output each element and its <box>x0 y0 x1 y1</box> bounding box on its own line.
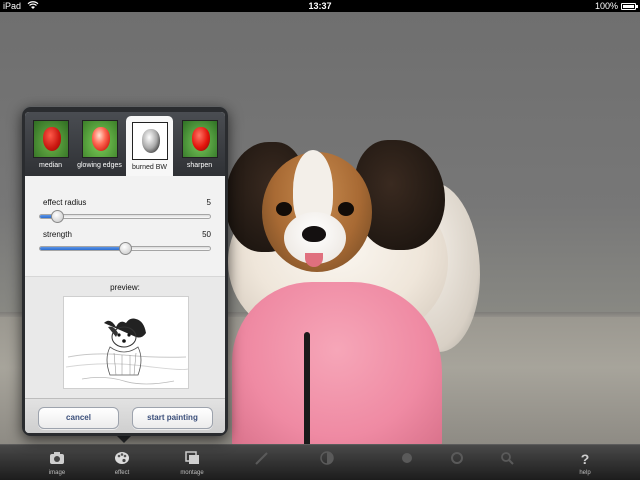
dog-eye-left <box>276 202 292 216</box>
brush-icon <box>254 451 270 467</box>
effect-sharpen[interactable]: sharpen <box>176 114 223 176</box>
dog-nose <box>302 226 326 242</box>
toolbar-help-label: help <box>579 470 591 476</box>
preview-area: preview: <box>25 276 225 398</box>
effect-sharpen-label: sharpen <box>186 162 213 169</box>
effect-radius-label: effect radius <box>43 198 87 207</box>
palette-icon <box>114 451 130 467</box>
effect-burned-bw-label: burned BW <box>131 164 168 171</box>
dot-icon <box>399 451 415 467</box>
tulip-sharpen-thumbnail <box>181 120 218 158</box>
strength-knob[interactable] <box>119 242 132 255</box>
tulip-burned-bw-thumbnail <box>131 122 168 160</box>
toolbar-image-button[interactable]: image <box>27 445 87 480</box>
effect-picker: median glowing edges burned BW sharpen <box>25 112 225 176</box>
circle-half-icon <box>319 451 335 467</box>
toolbar-adjust-button[interactable] <box>297 445 357 480</box>
strength-fill <box>40 247 125 250</box>
effect-median-label: median <box>39 162 62 169</box>
magnifier-icon <box>499 451 515 467</box>
toolbar-image-label: image <box>48 470 66 476</box>
tulip-glowing-edges-thumbnail <box>81 120 118 158</box>
dog-eye-right <box>338 202 354 216</box>
tulip-median-thumbnail <box>32 120 69 158</box>
dog-sweater <box>232 282 442 444</box>
battery-icon <box>621 3 638 10</box>
preview-image <box>63 296 189 389</box>
status-bar: iPad 13:37 100% <box>0 0 640 12</box>
effect-glowing-edges[interactable]: glowing edges <box>76 114 123 176</box>
strength-slider[interactable] <box>39 242 211 255</box>
popover-content: median glowing edges burned BW sharpen e… <box>25 112 225 433</box>
preview-label: preview: <box>110 283 140 292</box>
strength-label: strength <box>43 230 72 239</box>
toolbar-montage-button[interactable]: montage <box>162 445 222 480</box>
effect-radius-slider[interactable] <box>39 210 211 223</box>
camera-icon <box>49 451 65 467</box>
dog-leash <box>304 332 310 444</box>
popover-button-bar: cancel start painting <box>25 398 225 433</box>
effect-median[interactable]: median <box>27 114 74 176</box>
cancel-button[interactable]: cancel <box>38 407 119 429</box>
clock: 13:37 <box>308 1 332 11</box>
layers-icon <box>184 451 200 467</box>
toolbar-help-button[interactable]: ? help <box>555 445 615 480</box>
ring-icon <box>449 451 465 467</box>
question-icon: ? <box>580 451 590 467</box>
toolbar-effect-label: effect <box>114 470 130 476</box>
effect-popover: median glowing edges burned BW sharpen e… <box>22 106 228 436</box>
toolbar-effect-button[interactable]: effect <box>92 445 152 480</box>
toolbar-zoom-button[interactable] <box>477 445 537 480</box>
effect-radius-value: 5 <box>206 198 211 207</box>
battery-percent: 100% <box>594 1 618 11</box>
effect-radius-knob[interactable] <box>51 210 64 223</box>
toolbar-brush-button[interactable] <box>232 445 292 480</box>
effect-settings: effect radius 5 strength 50 <box>25 176 225 276</box>
strength-value: 50 <box>202 230 211 239</box>
effect-burned-bw[interactable]: burned BW <box>126 116 173 176</box>
start-painting-button[interactable]: start painting <box>132 407 213 429</box>
sketch-dog-image <box>65 318 188 385</box>
toolbar-montage-label: montage <box>180 470 204 476</box>
bottom-toolbar: image effect montage ? help <box>0 444 640 480</box>
effect-glowing-edges-label: glowing edges <box>77 162 122 169</box>
